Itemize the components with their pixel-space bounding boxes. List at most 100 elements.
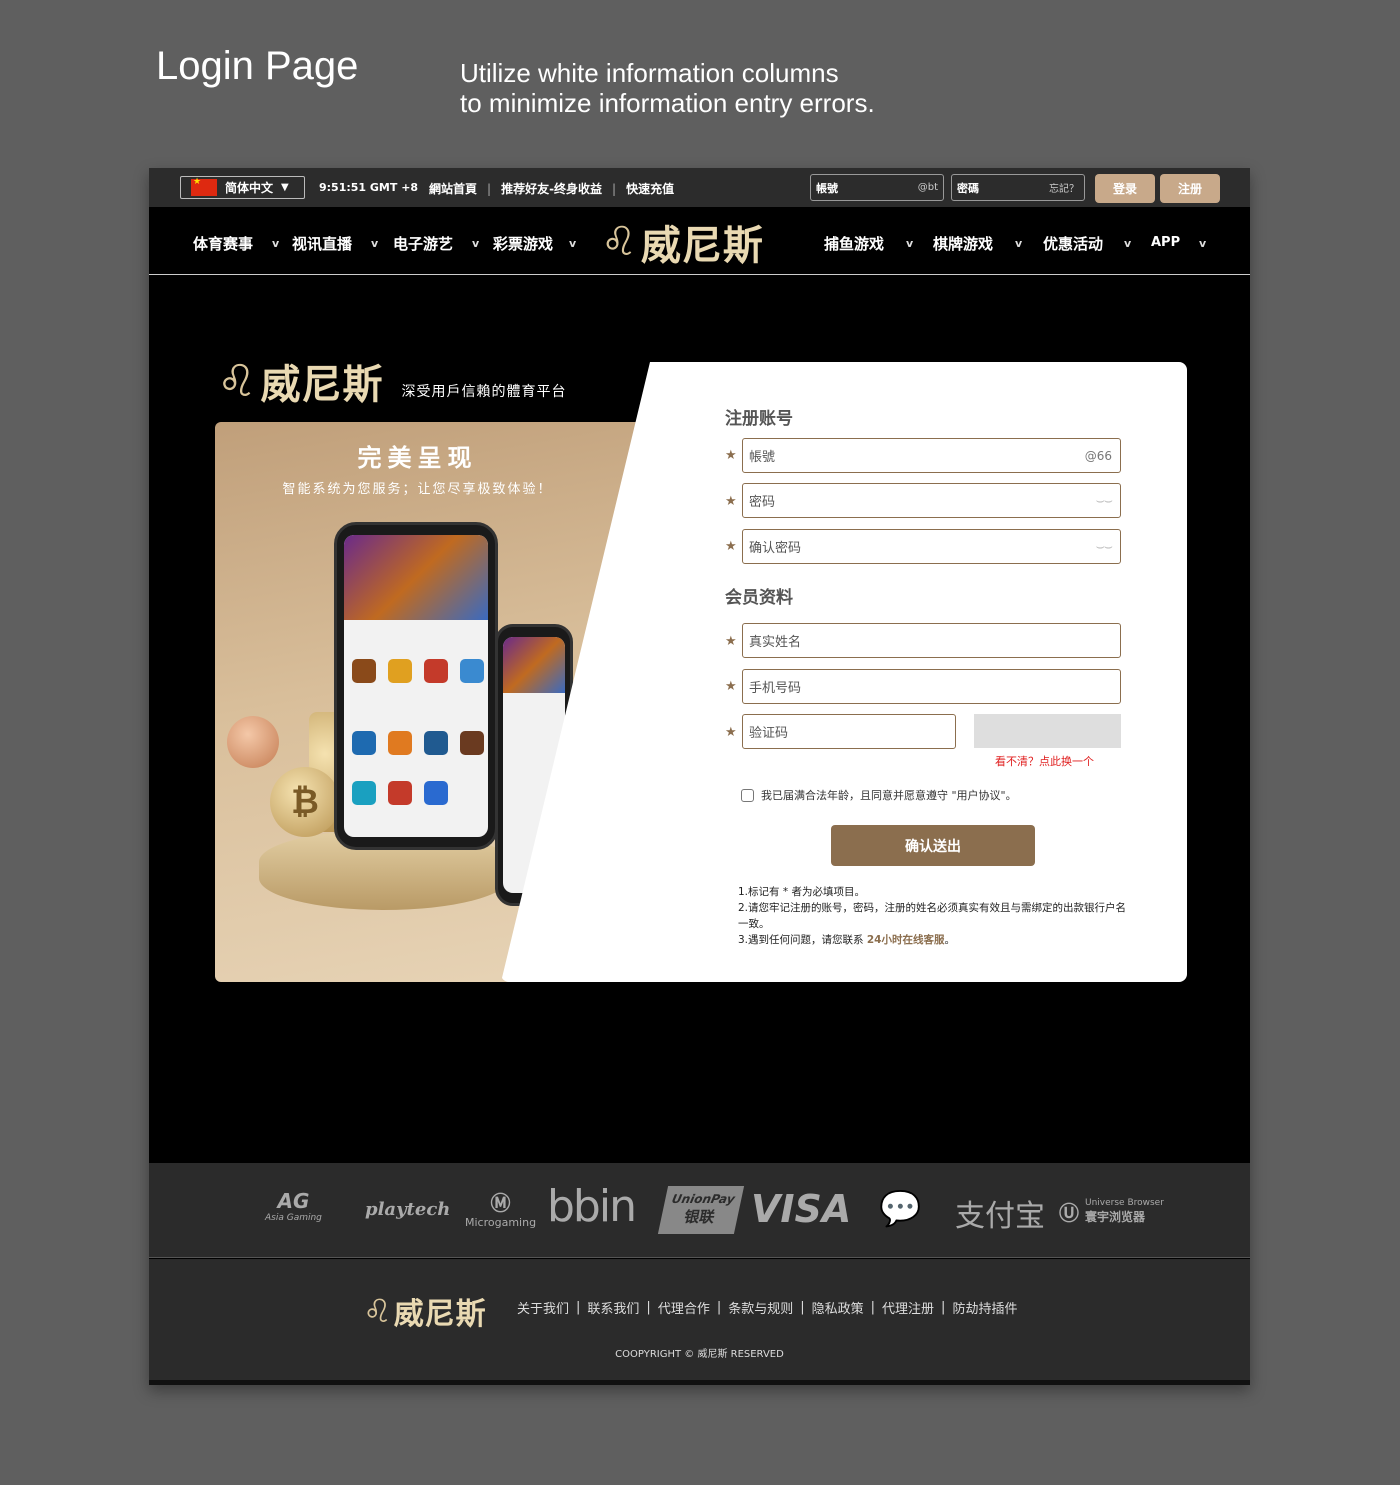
captcha-refresh-link[interactable]: 看不清？点此换一个	[995, 753, 1094, 769]
promo-headline: 完美呈现	[357, 444, 478, 472]
brand-heading: ♌ 威尼斯 深受用戶信賴的體育平台	[217, 352, 566, 410]
top-account-input[interactable]: 帳號 @bt	[810, 174, 944, 201]
microgaming-icon: Ⓜ	[490, 1191, 511, 1215]
separator: |	[716, 1300, 722, 1315]
captcha-input[interactable]: 验证码	[742, 714, 956, 749]
bbin-logo: bbin	[547, 1181, 637, 1232]
subtitle-line-1: Utilize white information columns	[460, 58, 839, 88]
top-password-input[interactable]: 密碼 忘記？	[951, 174, 1085, 201]
footer-link-terms[interactable]: 条款与规则	[728, 1298, 793, 1317]
confirm-password-placeholder: 确认密码	[749, 541, 802, 556]
language-label: 简体中文	[225, 181, 274, 195]
nav-item-promotions[interactable]: 优惠活动	[1043, 233, 1103, 254]
required-star-icon: ★	[725, 725, 737, 740]
footer-link-privacy[interactable]: 隐私政策	[812, 1298, 864, 1317]
brand-slogan: 深受用戶信賴的體育平台	[401, 384, 567, 400]
promo-subline: 智能系统为您服务；让您尽享极致体验！	[282, 482, 553, 497]
footer-link-contact[interactable]: 联系我们	[587, 1298, 639, 1317]
required-star-icon: ★	[725, 448, 737, 463]
note-3-prefix: 3.遇到任何问题，请您联系	[738, 934, 867, 946]
top-link-referral[interactable]: 推荐好友-终身收益	[501, 180, 602, 197]
footer-link-anti-hijack[interactable]: 防劫持插件	[952, 1298, 1017, 1317]
winged-lion-icon: ♌	[363, 1292, 392, 1330]
nav-item-live-casino[interactable]: 视讯直播	[292, 233, 352, 254]
eye-closed-icon[interactable]: ⌣⌣	[1096, 493, 1113, 509]
app-icon	[460, 731, 484, 755]
universe-browser-icon: Ⓤ	[1059, 1201, 1079, 1225]
website-mockup: 简体中文 ▼ 9:51:51 GMT +8 網站首頁 | 推荐好友-终身收益 |…	[149, 168, 1250, 1385]
subtitle-line-2: to minimize information entry errors.	[460, 88, 875, 118]
footer-link-partnership[interactable]: 代理合作	[658, 1298, 710, 1317]
footer-link-agent-register[interactable]: 代理注册	[882, 1298, 934, 1317]
submit-button[interactable]: 确认送出	[831, 825, 1035, 866]
chevron-down-icon: v	[272, 237, 280, 250]
visa-logo: VISA	[751, 1187, 852, 1231]
language-selector[interactable]: 简体中文 ▼	[180, 176, 305, 199]
support-link[interactable]: 24小时在线客服	[867, 934, 945, 946]
forgot-password-link[interactable]: 忘記？	[1049, 180, 1079, 195]
app-icon	[424, 781, 448, 805]
note-2: 2.请您牢记注册的账号，密码，注册的姓名必须真实有效且与需绑定的出款银行户名一致…	[738, 902, 1127, 930]
agreement-text: 我已届满合法年龄，且同意并愿意遵守 "用户协议"。	[761, 789, 1017, 802]
phone-input[interactable]: 手机号码	[742, 669, 1121, 704]
nav-item-fishing[interactable]: 捕鱼游戏	[824, 233, 884, 254]
captcha-image[interactable]	[974, 714, 1121, 748]
universe-browser-logo: Ⓤ Universe Browser 寰宇浏览器	[1059, 1198, 1164, 1225]
app-icon	[352, 731, 376, 755]
top-link-home[interactable]: 網站首頁	[429, 180, 477, 197]
server-time: 9:51:51 GMT +8	[319, 181, 419, 194]
presentation-subtitle: Utilize white information columns to min…	[460, 58, 875, 118]
footer-logo[interactable]: ♌ 威尼斯	[363, 1289, 487, 1333]
nav-item-sports[interactable]: 体育赛事	[193, 233, 253, 254]
phone-front-image	[334, 522, 498, 850]
required-star-icon: ★	[725, 679, 737, 694]
section-title-member: 会员资料	[725, 588, 793, 608]
required-star-icon: ★	[725, 539, 737, 554]
separator: |	[870, 1300, 876, 1315]
separator: |	[487, 181, 492, 196]
confirm-password-input[interactable]: 确认密码 ⌣⌣	[742, 529, 1121, 564]
winged-lion-icon: ♌	[217, 355, 257, 407]
section-title-account: 注册账号	[725, 409, 793, 429]
captcha-placeholder: 验证码	[749, 726, 789, 741]
app-icon	[352, 659, 376, 683]
caret-down-icon: ▼	[281, 182, 289, 193]
winged-lion-icon: ♌	[601, 219, 637, 265]
chevron-down-icon: v	[371, 237, 379, 250]
nav-item-app[interactable]: APP	[1151, 235, 1180, 250]
unionpay-logo: UnionPay 银联	[657, 1186, 745, 1234]
chevron-down-icon: v	[1124, 237, 1132, 250]
brand-logo-text: 威尼斯	[260, 361, 384, 408]
chevron-down-icon: v	[906, 237, 914, 250]
copyright: COOPYRIGHT © 威尼斯 RESERVED	[615, 1349, 784, 1360]
note-1: 1.标记有 * 者为必填项目。	[738, 886, 865, 898]
separator: |	[576, 1300, 581, 1315]
required-star-icon: ★	[725, 634, 737, 649]
nav-item-card-games[interactable]: 棋牌游戏	[933, 233, 993, 254]
footer-link-about[interactable]: 关于我们	[517, 1298, 569, 1317]
site-logo[interactable]: ♌ 威尼斯	[601, 213, 764, 271]
footer-links: 关于我们 | 联系我们 | 代理合作 | 条款与规则 | 隐私政策 | 代理注册…	[517, 1298, 1017, 1317]
top-password-placeholder: 密碼	[957, 181, 979, 195]
note-3: 3.遇到任何问题，请您联系 24小时在线客服。	[738, 932, 1128, 948]
account-input[interactable]: 帳號 @66	[742, 438, 1121, 473]
basketball-image	[227, 716, 279, 768]
top-bar: 简体中文 ▼ 9:51:51 GMT +8 網站首頁 | 推荐好友-终身收益 |…	[149, 168, 1250, 207]
playtech-logo: playtech	[365, 1199, 451, 1220]
separator: |	[646, 1300, 651, 1315]
agreement-row: 我已届满合法年龄，且同意并愿意遵守 "用户协议"。	[741, 787, 1017, 803]
nav-item-slots[interactable]: 电子游艺	[393, 233, 453, 254]
china-flag-icon	[191, 177, 217, 196]
top-link-deposit[interactable]: 快速充值	[626, 180, 674, 197]
asia-gaming-logo: AG Asia Gaming	[265, 1189, 322, 1223]
password-input[interactable]: 密码 ⌣⌣	[742, 483, 1121, 518]
register-button[interactable]: 注册	[1160, 174, 1220, 203]
login-button[interactable]: 登录	[1095, 174, 1155, 203]
eye-closed-icon[interactable]: ⌣⌣	[1096, 539, 1113, 555]
form-notes: 1.标记有 * 者为必填项目。 2.请您牢记注册的账号，密码，注册的姓名必须真实…	[738, 884, 1128, 948]
agreement-checkbox[interactable]	[741, 788, 754, 802]
nav-item-lottery[interactable]: 彩票游戏	[493, 233, 553, 254]
real-name-input[interactable]: 真实姓名	[742, 623, 1121, 658]
top-account-placeholder: 帳號	[816, 181, 838, 195]
account-placeholder: 帳號	[749, 450, 776, 465]
